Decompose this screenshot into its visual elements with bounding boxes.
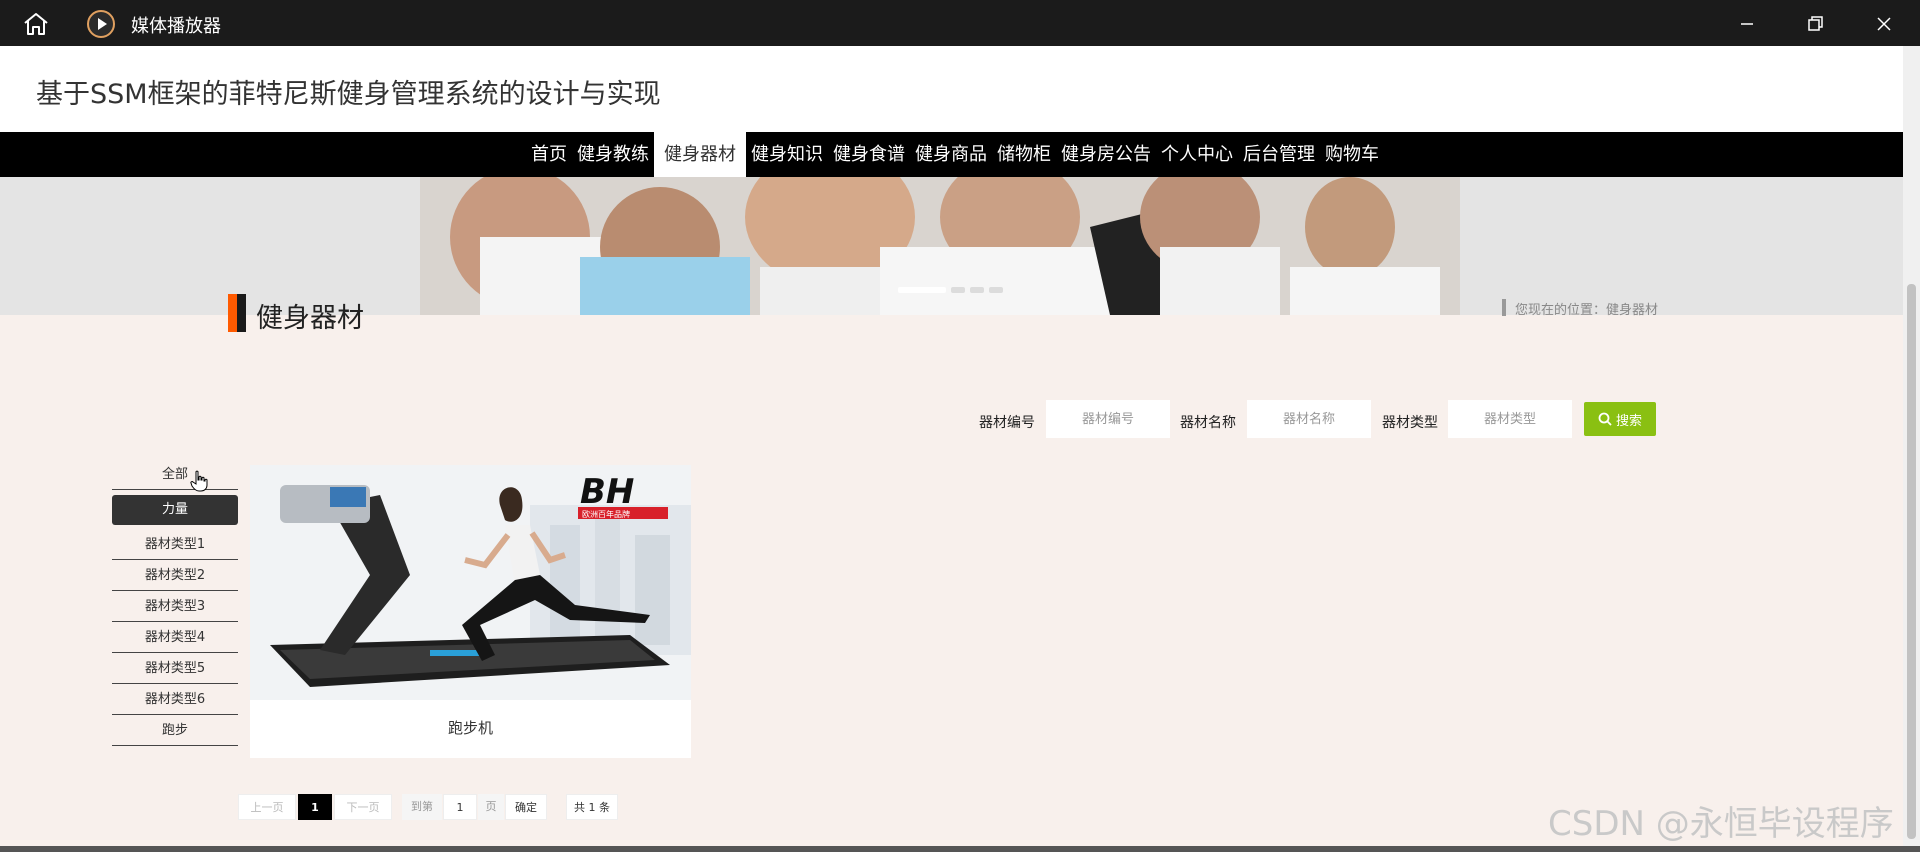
site-header: 基于SSM框架的菲特尼斯健身管理系统的设计与实现 (0, 46, 1903, 132)
page-scrollbar[interactable] (1903, 46, 1920, 846)
nav-item[interactable]: 健身房公告 (1056, 132, 1156, 177)
nav-item[interactable]: 健身器材 (654, 132, 746, 177)
banner-dot[interactable] (898, 287, 946, 293)
filter-code-input[interactable] (1046, 400, 1170, 438)
filter-type-label: 器材类型 (1382, 415, 1438, 431)
pagination-confirm-button[interactable]: 确定 (505, 794, 547, 820)
section-title: 健身器材 (256, 303, 364, 334)
nav-item[interactable]: 储物柜 (992, 132, 1056, 177)
filter-type-input[interactable] (1448, 400, 1572, 438)
category-item[interactable]: 器材类型3 (112, 592, 238, 622)
filter-code-label: 器材编号 (979, 415, 1035, 431)
brand-tagline: 欧洲百年品牌 (582, 509, 630, 519)
category-item[interactable]: 器材类型1 (112, 530, 238, 560)
close-icon[interactable] (1872, 12, 1896, 36)
pagination-page-1[interactable]: 1 (298, 794, 332, 820)
nav-item[interactable]: 健身食谱 (828, 132, 910, 177)
filter-name-input[interactable] (1247, 400, 1371, 438)
category-item[interactable]: 全部 (112, 460, 238, 490)
main-nav: 首页 健身教练 健身器材 健身知识 健身食谱 健身商品 储物柜 健身房公告 个人中心 后台管理 购物… (0, 132, 1903, 177)
product-image[interactable]: BH 欧洲百年品牌 (250, 465, 691, 700)
nav-item[interactable]: 后台管理 (1238, 132, 1320, 177)
minimize-icon[interactable] (1735, 12, 1759, 36)
category-item[interactable]: 器材类型4 (112, 623, 238, 653)
home-icon[interactable] (22, 11, 50, 37)
category-item[interactable]: 器材类型5 (112, 654, 238, 684)
pagination-total: 共 1 条 (566, 794, 618, 820)
category-item[interactable]: 力量 (112, 495, 238, 525)
media-player-icon (87, 10, 115, 38)
hand-cursor-icon (190, 470, 208, 492)
brand-logo-text: BH (580, 472, 634, 512)
nav-item[interactable]: 健身知识 (746, 132, 828, 177)
category-item[interactable]: 器材类型6 (112, 685, 238, 715)
product-name: 跑步机 (447, 719, 493, 737)
section-accent-bar (228, 294, 246, 332)
restore-icon[interactable] (1803, 12, 1827, 36)
category-item[interactable]: 器材类型2 (112, 561, 238, 591)
search-button-label: 搜索 (1615, 413, 1642, 429)
banner-image (0, 177, 1903, 315)
nav-item[interactable]: 健身商品 (910, 132, 992, 177)
window-title: 媒体播放器 (131, 16, 221, 37)
pagination-goto-prefix: 到第 (402, 794, 442, 820)
banner-dot[interactable] (970, 287, 984, 293)
nav-item[interactable]: 健身教练 (572, 132, 654, 177)
product-card[interactable]: BH 欧洲百年品牌 跑步机 (250, 465, 691, 758)
scrollbar-thumb[interactable] (1907, 284, 1916, 839)
site-title: 基于SSM框架的菲特尼斯健身管理系统的设计与实现 (36, 79, 661, 110)
window-bottom-edge (0, 846, 1920, 852)
banner-dot[interactable] (951, 287, 965, 293)
pagination-prev-button[interactable]: 上一页 (238, 794, 296, 820)
banner-dot[interactable] (989, 287, 1003, 293)
nav-list: 首页 健身教练 健身器材 健身知识 健身食谱 健身商品 储物柜 健身房公告 个人中心 后台管理 购物… (526, 132, 1384, 177)
breadcrumb: 您现在的位置：健身器材 (1502, 299, 1658, 318)
nav-item[interactable]: 首页 (526, 132, 572, 177)
nav-item[interactable]: 购物车 (1320, 132, 1384, 177)
search-button[interactable]: 搜索 (1584, 402, 1656, 436)
filter-name-label: 器材名称 (1180, 415, 1236, 431)
pagination-next-button[interactable]: 下一页 (334, 794, 392, 820)
nav-item[interactable]: 个人中心 (1156, 132, 1238, 177)
banner-dots (898, 287, 1003, 293)
window-titlebar: 媒体播放器 (0, 0, 1920, 46)
pagination-goto-input[interactable]: 1 (443, 794, 477, 820)
hero-banner[interactable] (0, 177, 1903, 315)
category-item[interactable]: 跑步 (112, 716, 238, 746)
pagination-goto-suffix: 页 (478, 794, 504, 820)
search-icon (1598, 412, 1612, 426)
watermark: CSDN @永恒毕设程序 (1548, 804, 1894, 844)
